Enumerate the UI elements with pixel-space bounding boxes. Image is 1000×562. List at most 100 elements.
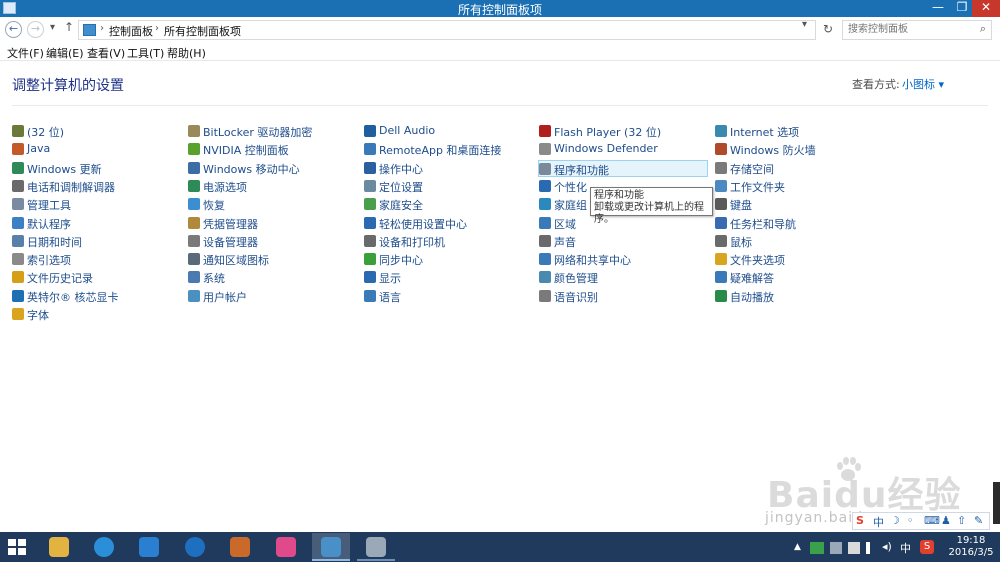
recovery-icon — [188, 198, 200, 211]
recent-locations-button[interactable]: ▾ — [50, 22, 55, 33]
java-icon — [12, 143, 24, 156]
cp-item-programs[interactable]: 程序和功能 — [538, 159, 708, 177]
breadcrumb-control-panel[interactable]: 控制面板 — [109, 23, 153, 39]
cp-item-label: 同步中心 — [379, 254, 423, 268]
cp-item-label: NVIDIA 控制面板 — [203, 144, 289, 158]
cp-item-label: 区域 — [554, 217, 576, 231]
menu-help[interactable]: 帮助(H) — [167, 45, 206, 61]
index-icon — [12, 253, 24, 266]
view-by-dropdown[interactable]: 小图标 ▾ — [902, 76, 944, 92]
tray-expand-button[interactable]: ▲ — [794, 542, 801, 552]
signal-icon[interactable] — [866, 542, 876, 554]
up-button[interactable]: ↑ — [64, 20, 74, 34]
search-input[interactable] — [848, 21, 972, 38]
cp-item-label: (32 位) — [27, 126, 65, 139]
firewall-icon — [715, 143, 727, 156]
battery-icon[interactable] — [848, 542, 860, 554]
taskbar-mail-app[interactable] — [130, 533, 168, 561]
taskbar-flower-app[interactable] — [267, 533, 305, 561]
refresh-button[interactable]: ↻ — [818, 20, 838, 40]
cp-item-label: 自动播放 — [730, 290, 774, 304]
cp-item-label: Windows 更新 — [27, 162, 102, 176]
windows-logo-icon — [8, 539, 16, 546]
printer-icon — [364, 234, 376, 247]
taskbar-control-panel[interactable] — [312, 533, 350, 561]
punctuation-icon[interactable]: ◦ — [907, 514, 914, 527]
menu-tools[interactable]: 工具(T) — [127, 45, 164, 61]
forward-button[interactable]: → — [27, 21, 44, 38]
power-icon — [188, 179, 200, 192]
storage-icon — [715, 161, 727, 174]
menu-view[interactable]: 查看(V) — [87, 45, 125, 61]
nvidia-tray-icon[interactable] — [810, 542, 824, 554]
clock[interactable]: 19:18 2016/3/5 — [946, 535, 996, 559]
device-manager-icon — [188, 234, 200, 247]
recycle-app-icon — [366, 537, 386, 557]
side-handle[interactable] — [993, 482, 1000, 524]
phone-modem-icon — [12, 179, 24, 192]
menu-file[interactable]: 文件(F) — [7, 45, 44, 61]
tools-icon[interactable]: ✎ — [974, 514, 983, 527]
credential-icon — [188, 216, 200, 229]
network-tray-icon[interactable] — [830, 542, 842, 554]
cp-item-label: 管理工具 — [27, 199, 71, 213]
breadcrumb-all-items[interactable]: 所有控制面板项 — [164, 23, 241, 39]
address-dropdown-button[interactable]: ▾ — [802, 19, 807, 30]
display-icon — [364, 271, 376, 284]
cp-item-label: 语音识别 — [554, 290, 598, 304]
personalization-icon — [539, 179, 551, 192]
search-icon[interactable]: ⌕ — [980, 22, 986, 36]
defender-icon — [539, 143, 551, 156]
minimize-button[interactable]: — — [926, 0, 950, 17]
microphone-icon — [539, 289, 551, 302]
header-divider — [12, 105, 988, 106]
cp-item-label: Internet 选项 — [730, 126, 800, 139]
sogou-icon[interactable]: S — [856, 514, 864, 527]
start-button[interactable] — [8, 539, 26, 556]
clock-date: 2016/3/5 — [948, 547, 994, 558]
maximize-button[interactable]: ❐ — [950, 0, 974, 17]
file-explorer-icon — [49, 537, 69, 557]
page-title: 调整计算机的设置 — [12, 78, 124, 94]
close-button[interactable]: ✕ — [972, 0, 1000, 17]
cp-item-label: 电源选项 — [203, 180, 247, 194]
sogou-tray-icon[interactable]: S — [920, 540, 934, 554]
network-icon — [539, 253, 551, 266]
breadcrumb-separator: › — [155, 23, 159, 34]
menu-edit[interactable]: 编辑(E) — [46, 45, 84, 61]
keyboard-icon — [715, 198, 727, 211]
moon-icon[interactable]: ☽ — [890, 514, 900, 527]
search-box[interactable]: ⌕ — [842, 20, 992, 40]
skin-icon[interactable]: ♟ — [941, 514, 951, 527]
title-bar: 所有控制面板项 — ❐ ✕ — [0, 0, 1000, 17]
family-safety-icon — [364, 198, 376, 211]
dell-audio-icon — [364, 125, 376, 137]
cp-item-label: 通知区域图标 — [203, 254, 269, 268]
taskbar-icon — [715, 216, 727, 229]
shirt-icon[interactable]: ⇧ — [957, 514, 966, 527]
address-bar[interactable]: › 控制面板 › 所有控制面板项 › — [78, 20, 816, 40]
cp-item-label: 定位设置 — [379, 180, 423, 194]
system-icon — [188, 271, 200, 284]
cp-item-label: 程序和功能 — [554, 163, 609, 177]
cp-item-label: 工作文件夹 — [730, 180, 785, 194]
cp-item-label: 设备和打印机 — [379, 235, 445, 249]
back-button[interactable]: ← — [5, 21, 22, 38]
keyboard-icon[interactable]: ⌨ — [924, 514, 940, 527]
volume-icon[interactable]: ◂) — [882, 540, 892, 553]
control-panel-icon — [83, 24, 96, 36]
taskbar-recycle-app[interactable] — [357, 533, 395, 561]
user-accounts-icon — [188, 289, 200, 302]
taskbar-file-explorer[interactable] — [40, 533, 78, 561]
input-language[interactable]: 中 — [900, 540, 911, 556]
cp-item-label: 文件夹选项 — [730, 254, 785, 268]
color-management-icon — [539, 271, 551, 284]
cp-item-label: 索引选项 — [27, 254, 71, 268]
taskbar-internet-explorer[interactable] — [85, 533, 123, 561]
cp-item-label: 语言 — [379, 290, 401, 304]
taskbar-paint-app[interactable] — [221, 533, 259, 561]
ime-lang-icon[interactable]: 中 — [873, 514, 884, 530]
tooltip-title: 程序和功能 — [594, 190, 644, 201]
windows-update-icon — [12, 161, 24, 174]
taskbar-k-app[interactable] — [176, 533, 214, 561]
